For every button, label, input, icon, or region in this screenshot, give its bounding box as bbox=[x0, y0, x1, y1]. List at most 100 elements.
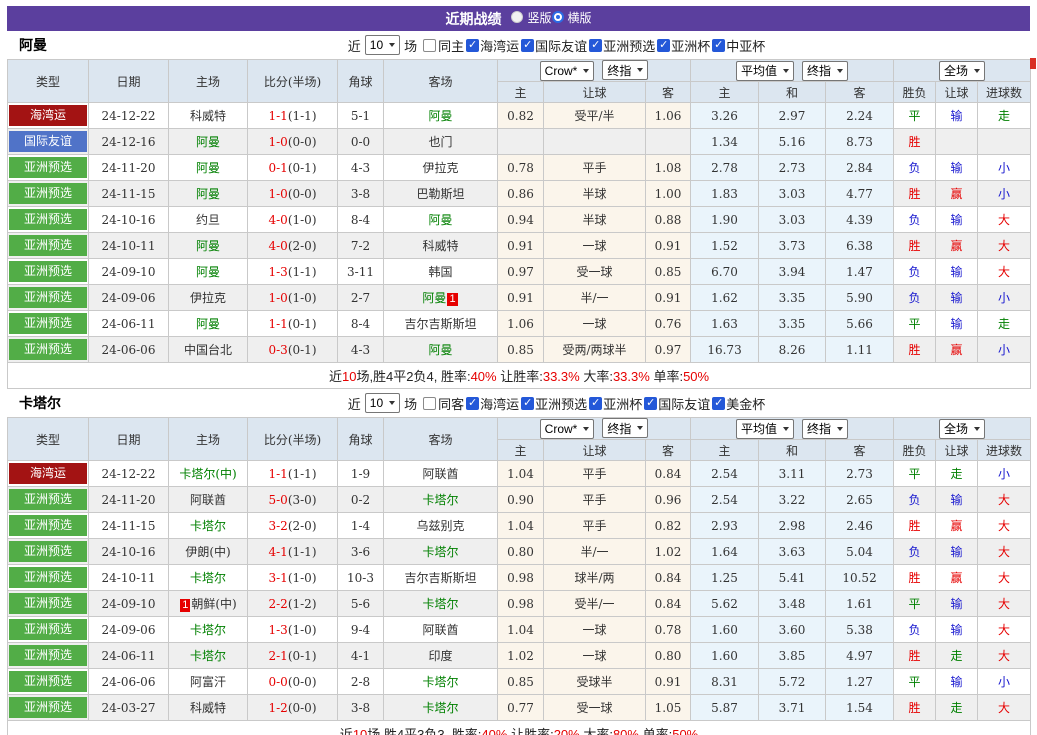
score-cell: 4-0(1-0) bbox=[248, 207, 338, 233]
scroll-mark[interactable] bbox=[1030, 58, 1036, 69]
handicap-cell: 受两/两球半 bbox=[544, 337, 646, 363]
average-select[interactable]: 平均值 bbox=[736, 419, 794, 439]
odds-home-cell bbox=[498, 129, 544, 155]
result-goals-cell-value: 大 bbox=[998, 701, 1010, 715]
odds-away-cell: 0.80 bbox=[646, 643, 691, 669]
corner-cell: 2-8 bbox=[338, 669, 384, 695]
date-cell: 24-12-22 bbox=[89, 461, 169, 487]
home-team-name: 约旦 bbox=[196, 213, 220, 227]
column-header: 类型 bbox=[8, 60, 89, 103]
red-card-badge: 1 bbox=[180, 599, 190, 612]
home-team-name: 朝鲜(中) bbox=[191, 597, 236, 611]
competition-label[interactable]: 中亚杯 bbox=[726, 36, 765, 55]
competition-label[interactable]: 国际友谊 bbox=[535, 36, 587, 55]
competition-label[interactable]: 海湾运 bbox=[480, 394, 519, 413]
layout-radio-horizontal[interactable]: 横版 bbox=[552, 9, 592, 26]
radio-icon bbox=[511, 11, 523, 23]
summary-segment: 大率: bbox=[580, 727, 613, 735]
section-team-name: 阿曼 bbox=[19, 35, 47, 55]
competition-label[interactable]: 国际友谊 bbox=[658, 394, 710, 413]
result-wdl-cell: 胜 bbox=[894, 643, 936, 669]
avg-draw-cell: 5.72 bbox=[759, 669, 826, 695]
competition-checkbox[interactable]: ✓ bbox=[712, 39, 725, 52]
competition-checkbox[interactable]: ✓ bbox=[644, 397, 657, 410]
result-wdl-cell-value: 胜 bbox=[909, 519, 921, 533]
home-team-name: 阿曼 bbox=[196, 187, 220, 201]
avg-draw-cell: 5.16 bbox=[759, 129, 826, 155]
competition-label[interactable]: 亚洲预选 bbox=[535, 394, 587, 413]
same-venue-checkbox[interactable] bbox=[423, 39, 436, 52]
same-venue-label[interactable]: 同主 bbox=[438, 36, 464, 55]
avg-home-cell: 1.34 bbox=[691, 129, 759, 155]
competition-checkbox[interactable]: ✓ bbox=[521, 397, 534, 410]
result-handicap-cell: 输 bbox=[936, 487, 978, 513]
bookmaker-select[interactable]: Crow* bbox=[540, 61, 595, 81]
summary-segment: 近 bbox=[329, 369, 342, 384]
competition-checkbox[interactable]: ✓ bbox=[589, 39, 602, 52]
layout-radio-group: 竖版横版 bbox=[511, 9, 591, 29]
result-handicap-cell-value: 输 bbox=[951, 623, 963, 637]
scope-select[interactable]: 全场 bbox=[939, 419, 985, 439]
date-cell: 24-10-16 bbox=[89, 207, 169, 233]
avg-away-cell: 1.27 bbox=[826, 669, 894, 695]
corner-cell: 4-3 bbox=[338, 337, 384, 363]
avg-draw-cell: 3.03 bbox=[759, 181, 826, 207]
odds-home-cell: 1.04 bbox=[498, 617, 544, 643]
result-wdl-cell: 负 bbox=[894, 487, 936, 513]
home-team-name: 阿富汗 bbox=[190, 675, 226, 689]
competition-badge: 亚洲预选 bbox=[9, 313, 87, 334]
scope-select[interactable]: 全场 bbox=[939, 61, 985, 81]
average-stage-select[interactable]: 终指 bbox=[802, 419, 848, 439]
bookmaker-select[interactable]: Crow* bbox=[540, 419, 595, 439]
odds-home-cell: 0.90 bbox=[498, 487, 544, 513]
handicap-cell: 受一球 bbox=[544, 695, 646, 721]
fulltime-score: 1-0 bbox=[268, 291, 287, 305]
competition-label[interactable]: 美金杯 bbox=[726, 394, 765, 413]
competition-label[interactable]: 亚洲杯 bbox=[671, 36, 710, 55]
competition-checkbox[interactable]: ✓ bbox=[466, 397, 479, 410]
competition-checkbox[interactable]: ✓ bbox=[521, 39, 534, 52]
result-handicap-cell-value: 赢 bbox=[951, 519, 963, 533]
avg-home-cell: 1.63 bbox=[691, 311, 759, 337]
competition-checkbox[interactable]: ✓ bbox=[712, 397, 725, 410]
odds-away-cell: 0.85 bbox=[646, 259, 691, 285]
same-venue-checkbox[interactable] bbox=[423, 397, 436, 410]
competition-label[interactable]: 亚洲杯 bbox=[603, 394, 642, 413]
competition-checkbox[interactable]: ✓ bbox=[589, 397, 602, 410]
competition-label[interactable]: 海湾运 bbox=[480, 36, 519, 55]
average-select[interactable]: 平均值 bbox=[736, 61, 794, 81]
column-header: 主场 bbox=[169, 418, 248, 461]
odds-stage-select[interactable]: 终指 bbox=[602, 60, 648, 80]
avg-away-cell: 5.38 bbox=[826, 617, 894, 643]
odds-away-cell: 0.84 bbox=[646, 591, 691, 617]
home-team-cell: 阿曼 bbox=[169, 155, 248, 181]
header-select-row: 类型日期主场比分(半场)角球客场Crow*终指平均值终指全场 bbox=[8, 60, 1031, 82]
avg-draw-cell: 3.94 bbox=[759, 259, 826, 285]
recent-count-select[interactable]: 10 bbox=[365, 393, 400, 413]
handicap-cell: 一球 bbox=[544, 233, 646, 259]
avg-home-cell: 2.93 bbox=[691, 513, 759, 539]
odds-home-cell: 0.77 bbox=[498, 695, 544, 721]
odds-stage-select[interactable]: 终指 bbox=[602, 418, 648, 438]
competition-checkbox[interactable]: ✓ bbox=[657, 39, 670, 52]
layout-radio-vertical[interactable]: 竖版 bbox=[511, 9, 551, 26]
result-wdl-cell: 平 bbox=[894, 311, 936, 337]
away-team-cell: 巴勒斯坦 bbox=[384, 181, 498, 207]
fulltime-score: 1-3 bbox=[268, 623, 287, 637]
recent-count-select[interactable]: 10 bbox=[365, 35, 400, 55]
competition-checkbox[interactable]: ✓ bbox=[466, 39, 479, 52]
odds-stage-select-arrow-icon bbox=[637, 68, 643, 72]
filter-prefix-label: 近 bbox=[348, 36, 361, 55]
average-stage-select[interactable]: 终指 bbox=[802, 61, 848, 81]
avg-draw-cell: 2.73 bbox=[759, 155, 826, 181]
competition-label[interactable]: 亚洲预选 bbox=[603, 36, 655, 55]
result-goals-cell-value: 小 bbox=[998, 343, 1010, 357]
avg-draw-cell: 3.48 bbox=[759, 591, 826, 617]
result-goals-cell-value: 大 bbox=[998, 265, 1010, 279]
home-team-cell: 1朝鲜(中) bbox=[169, 591, 248, 617]
filter-controls: 近10场同主✓海湾运✓国际友谊✓亚洲预选✓亚洲杯✓中亚杯 bbox=[348, 35, 765, 55]
date-cell: 24-10-11 bbox=[89, 565, 169, 591]
same-venue-label[interactable]: 同客 bbox=[438, 394, 464, 413]
away-team-name: 阿联酋 bbox=[422, 623, 458, 637]
summary-segment: 80% bbox=[613, 727, 639, 735]
